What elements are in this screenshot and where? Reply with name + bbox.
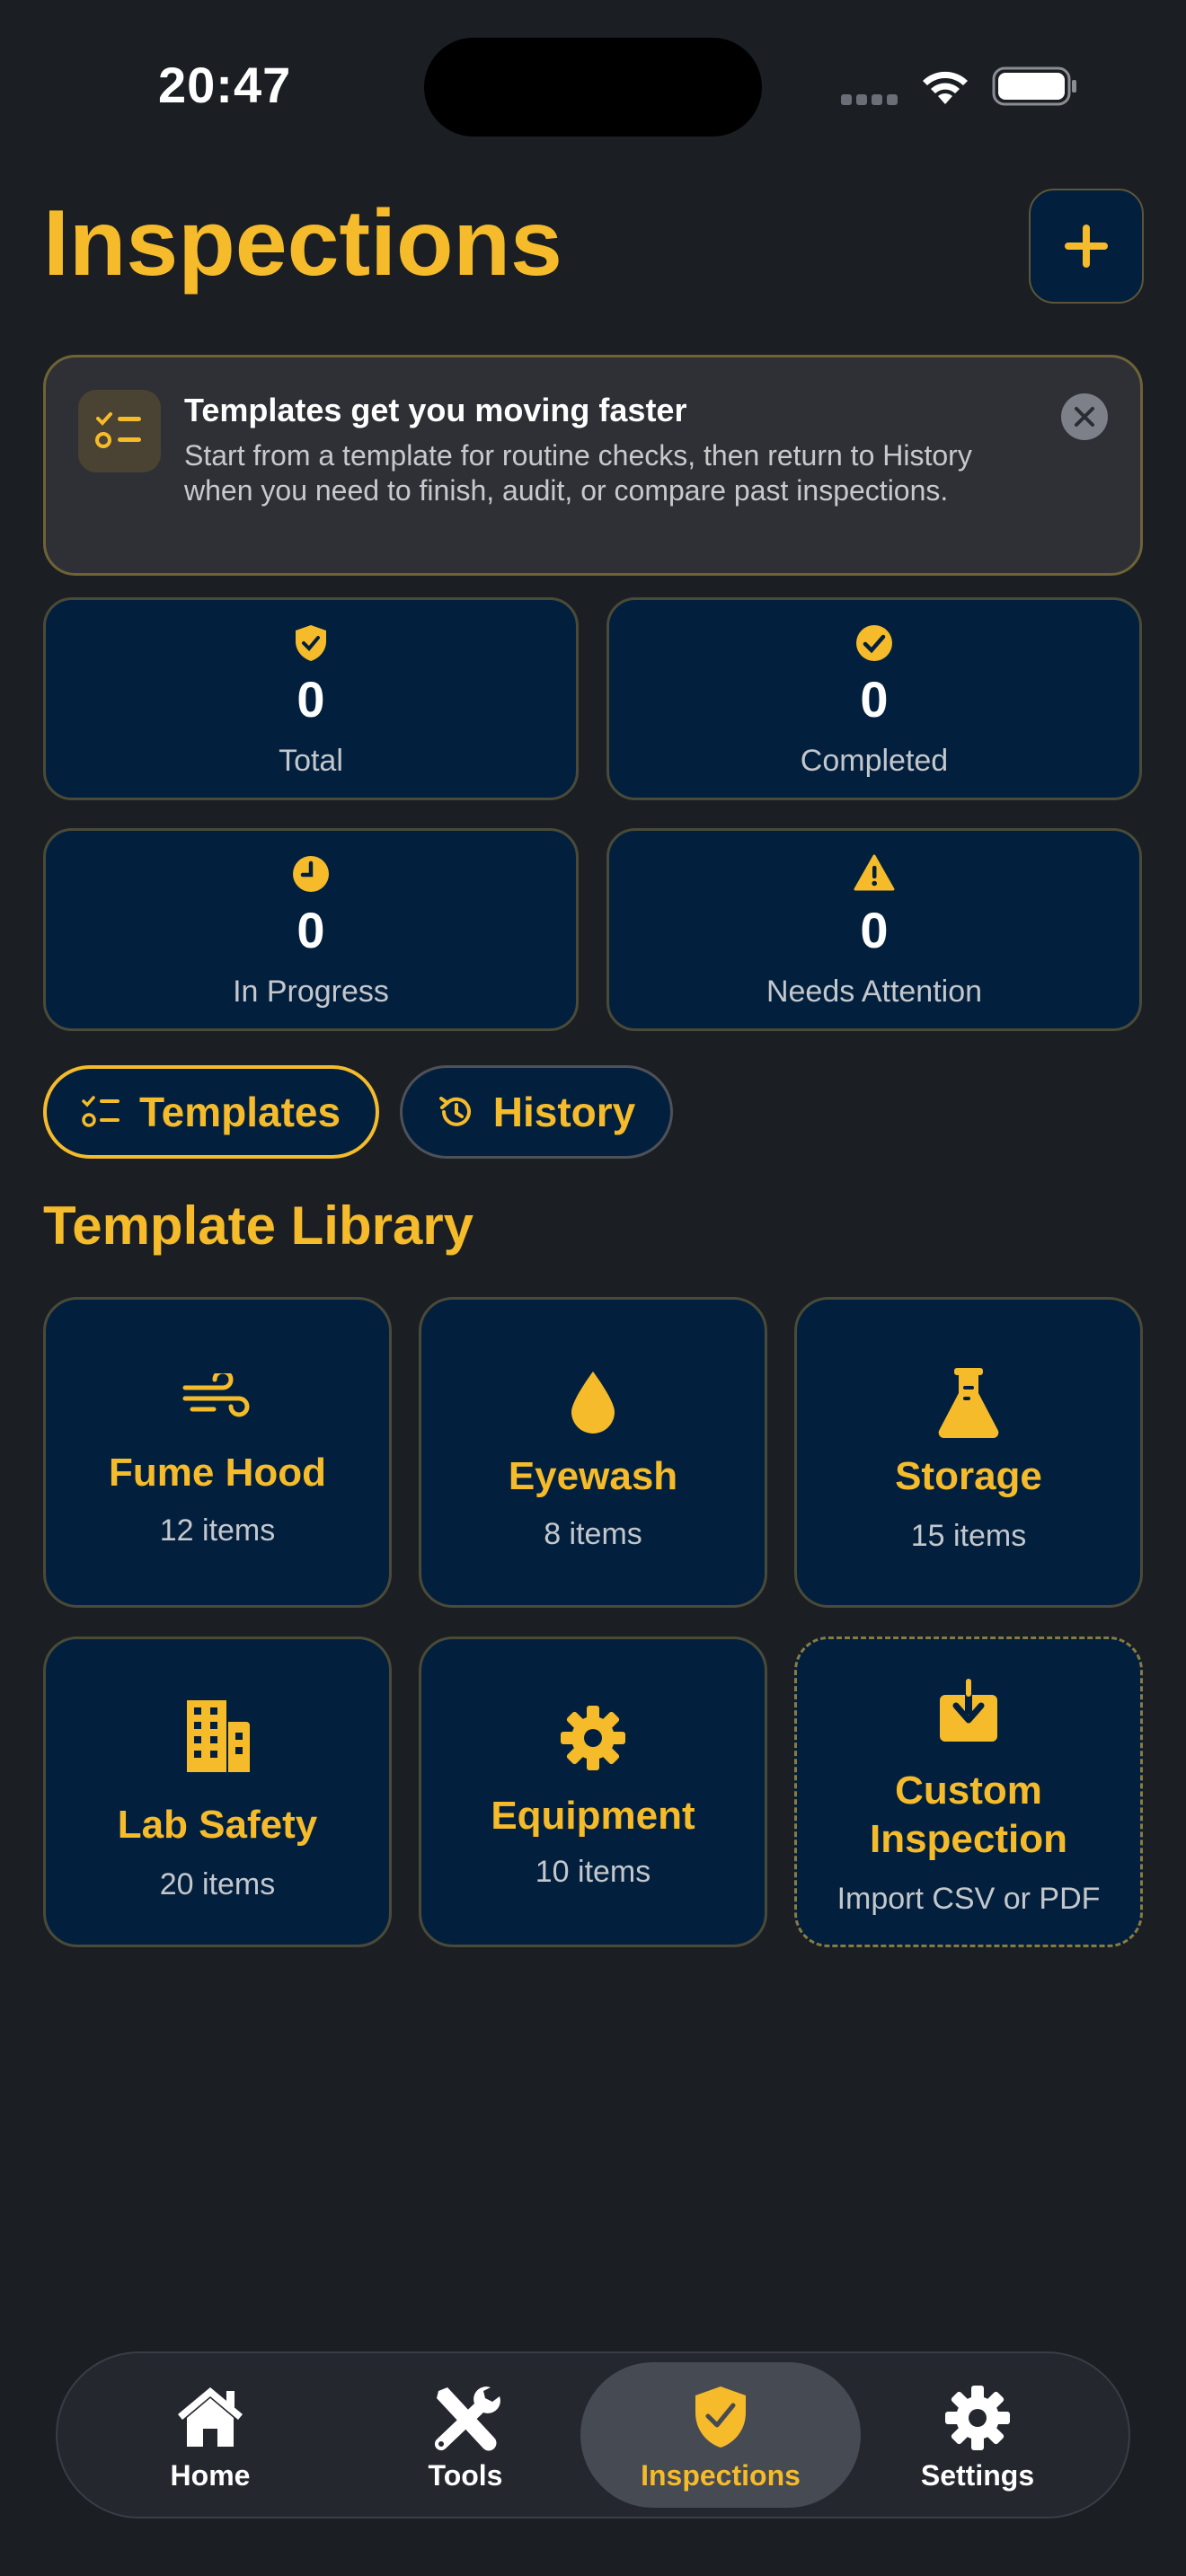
nav-label: Inspections bbox=[641, 2459, 801, 2492]
nav-settings[interactable]: Settings bbox=[837, 2362, 1118, 2508]
template-count: 8 items bbox=[544, 1517, 642, 1551]
close-icon[interactable] bbox=[1061, 393, 1108, 440]
shield-check-icon bbox=[580, 2384, 861, 2450]
gear-icon bbox=[421, 1704, 765, 1772]
stat-label: In Progress bbox=[233, 975, 389, 1009]
history-icon bbox=[438, 1097, 471, 1126]
checklist-icon bbox=[78, 390, 161, 472]
nav-label: Settings bbox=[920, 2459, 1035, 2492]
cellular-signal-icon bbox=[841, 93, 902, 106]
nav-home[interactable]: Home bbox=[70, 2362, 350, 2508]
tip-title: Templates get you moving faster bbox=[184, 392, 687, 428]
bottom-tab-bar: Home Tools Inspections Settings bbox=[56, 2351, 1130, 2519]
template-custom-inspection[interactable]: Custom Inspection Import CSV or PDF bbox=[794, 1636, 1143, 1947]
template-name: Storage bbox=[895, 1454, 1042, 1498]
tip-body: Start from a template for routine checks… bbox=[184, 439, 972, 507]
warning-icon bbox=[609, 854, 1139, 894]
status-time: 20:47 bbox=[158, 57, 292, 113]
check-circle-icon bbox=[609, 623, 1139, 663]
template-import-hint: Import CSV or PDF bbox=[836, 1882, 1101, 1916]
stat-card-needs-attention: 0 Needs Attention bbox=[606, 828, 1142, 1031]
nav-label: Tools bbox=[428, 2459, 503, 2492]
template-name: Eyewash bbox=[508, 1454, 678, 1498]
template-lab-safety[interactable]: Lab Safety 20 items bbox=[43, 1636, 392, 1947]
stat-label: Total bbox=[279, 744, 343, 778]
stat-value: 0 bbox=[296, 902, 325, 958]
shield-check-icon bbox=[46, 623, 576, 663]
template-fume-hood[interactable]: Fume Hood 12 items bbox=[43, 1297, 392, 1608]
template-count: 20 items bbox=[159, 1867, 276, 1901]
template-name: Fume Hood bbox=[109, 1451, 326, 1495]
building-icon bbox=[46, 1697, 389, 1774]
gear-icon bbox=[837, 2384, 1118, 2452]
page-title: Inspections bbox=[43, 191, 562, 296]
section-title: Template Library bbox=[43, 1195, 474, 1256]
stat-label: Completed bbox=[800, 744, 949, 778]
template-name: Equipment bbox=[491, 1794, 695, 1838]
templates-tip-banner: Templates get you moving faster Start fr… bbox=[43, 355, 1143, 576]
template-count: 12 items bbox=[159, 1513, 276, 1548]
battery-icon bbox=[992, 66, 1078, 106]
stat-value: 0 bbox=[296, 671, 325, 728]
template-count: 15 items bbox=[910, 1519, 1027, 1553]
template-name: Lab Safety bbox=[117, 1803, 318, 1847]
add-inspection-button[interactable] bbox=[1029, 189, 1144, 304]
tools-icon bbox=[325, 2384, 606, 2456]
template-count: 10 items bbox=[535, 1855, 651, 1889]
stat-label: Needs Attention bbox=[766, 975, 983, 1009]
template-name: Custom Inspection bbox=[869, 1769, 1068, 1861]
stat-value: 0 bbox=[860, 902, 889, 958]
tab-templates[interactable]: Templates bbox=[43, 1065, 379, 1159]
plus-icon bbox=[1065, 225, 1108, 268]
wifi-icon bbox=[920, 65, 970, 108]
stat-card-total: 0 Total bbox=[43, 597, 579, 800]
stat-card-completed: 0 Completed bbox=[606, 597, 1142, 800]
dynamic-island bbox=[424, 38, 762, 137]
tab-label: History bbox=[492, 1089, 636, 1135]
flask-icon bbox=[797, 1366, 1140, 1440]
wind-icon bbox=[46, 1373, 389, 1424]
stat-card-in-progress: 0 In Progress bbox=[43, 828, 579, 1031]
tab-history[interactable]: History bbox=[400, 1065, 673, 1159]
nav-tools[interactable]: Tools bbox=[325, 2362, 606, 2508]
drop-icon bbox=[421, 1370, 765, 1434]
nav-label: Home bbox=[170, 2459, 251, 2492]
tab-label: Templates bbox=[138, 1089, 341, 1135]
import-icon bbox=[797, 1677, 1140, 1745]
stat-value: 0 bbox=[860, 671, 889, 728]
nav-inspections[interactable]: Inspections bbox=[580, 2362, 861, 2508]
template-equipment[interactable]: Equipment 10 items bbox=[419, 1636, 767, 1947]
template-storage[interactable]: Storage 15 items bbox=[794, 1297, 1143, 1608]
checklist-icon bbox=[82, 1096, 119, 1127]
home-icon bbox=[70, 2384, 350, 2450]
template-eyewash[interactable]: Eyewash 8 items bbox=[419, 1297, 767, 1608]
clock-icon bbox=[46, 854, 576, 894]
